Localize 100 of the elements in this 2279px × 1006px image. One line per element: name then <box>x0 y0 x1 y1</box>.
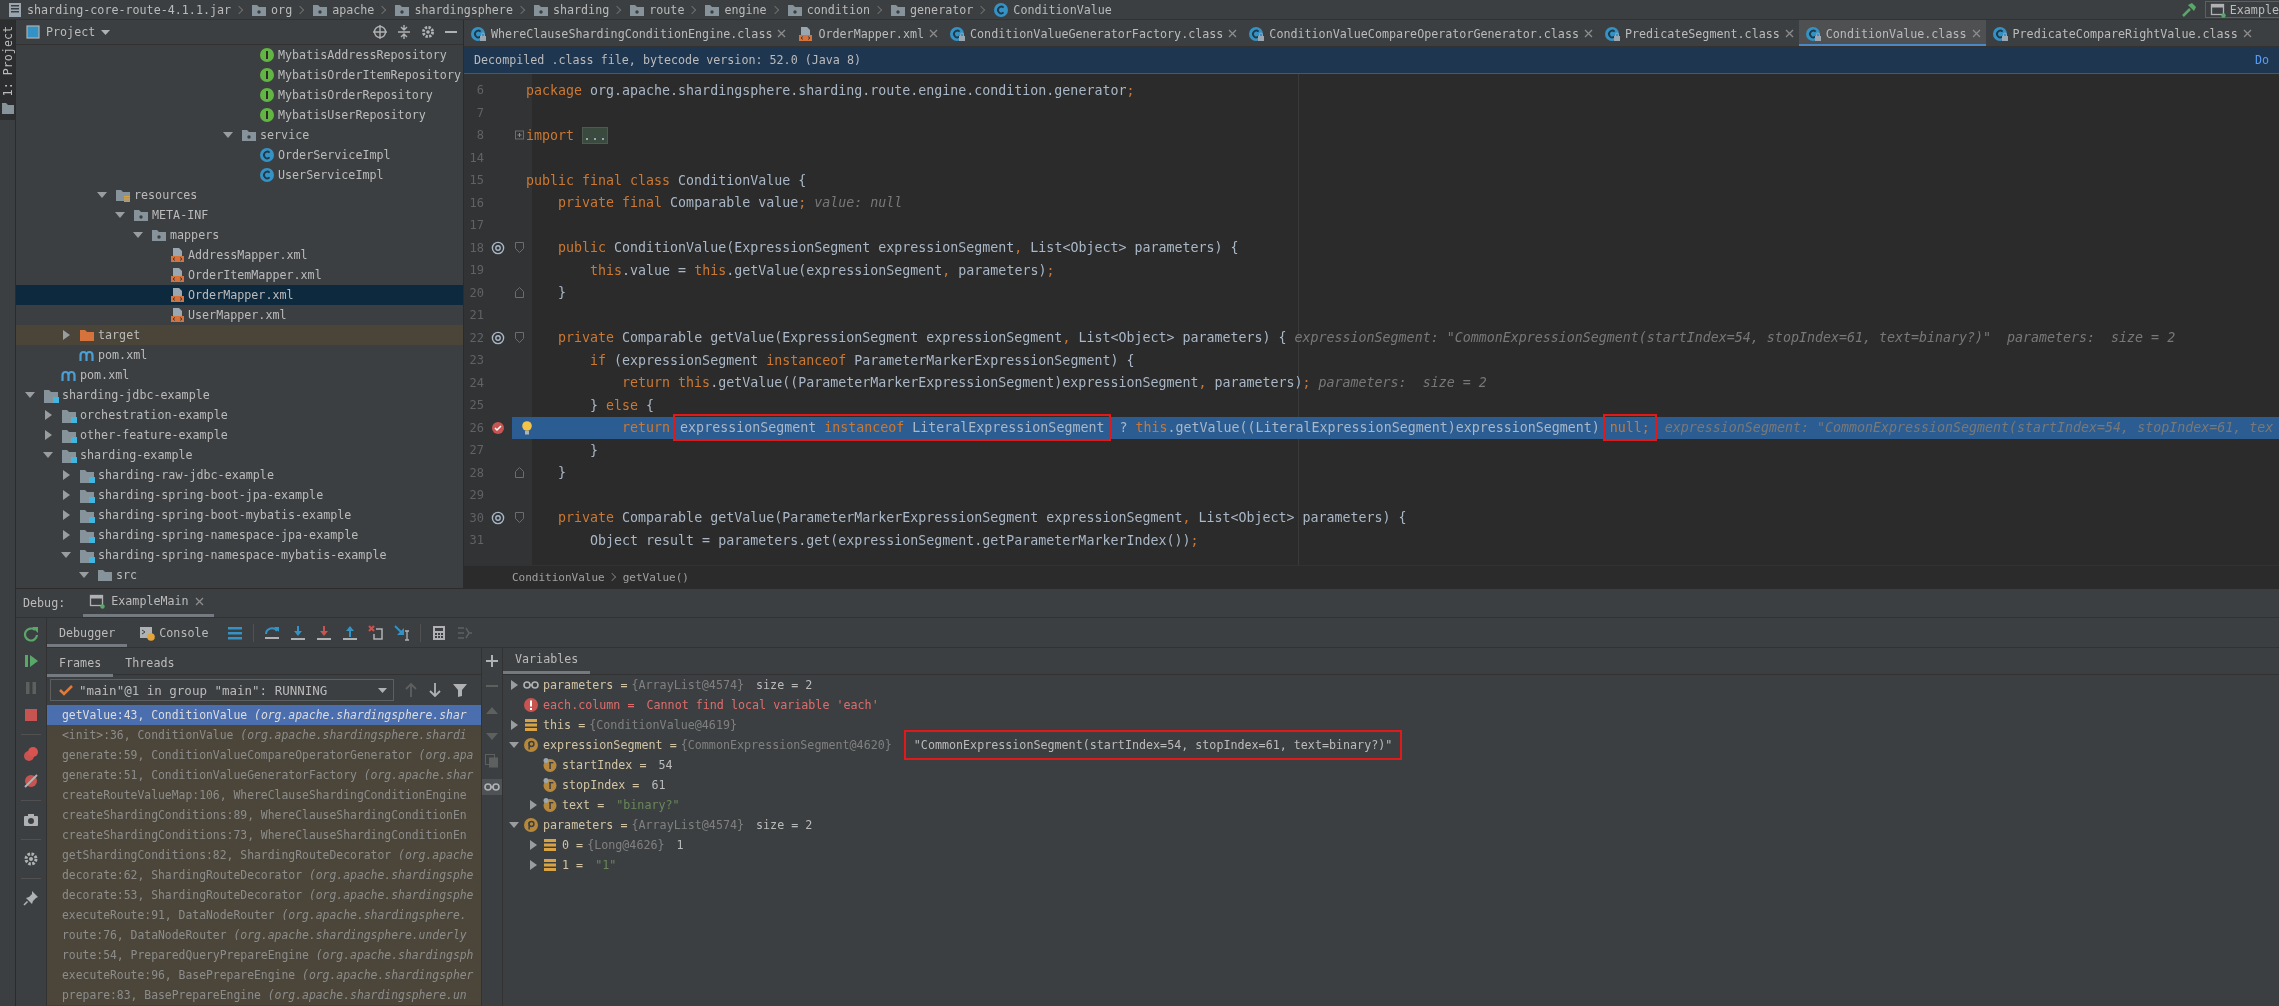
settings-icon[interactable] <box>23 851 39 867</box>
fold-icon[interactable] <box>514 467 524 479</box>
expand-arrow-icon[interactable] <box>509 740 519 750</box>
editor-tab[interactable]: OrderMapper.xml <box>791 20 944 46</box>
breadcrumb-item[interactable]: engine <box>701 1 770 18</box>
expand-arrow-icon[interactable] <box>61 490 71 500</box>
calculator-icon[interactable] <box>430 624 447 641</box>
expand-arrow-icon[interactable] <box>97 190 107 200</box>
close-icon[interactable] <box>194 596 204 606</box>
tree-item[interactable]: pom.xml <box>16 345 463 365</box>
close-icon[interactable] <box>1228 29 1238 38</box>
expand-arrow-icon[interactable] <box>61 510 71 520</box>
fold-icon[interactable] <box>514 242 524 254</box>
breadcrumb-item[interactable]: org <box>248 1 296 18</box>
drop-frame-icon[interactable] <box>367 624 384 641</box>
tree-item[interactable]: MybatisOrderRepository <box>16 85 463 105</box>
breadcrumb-item[interactable]: apache <box>309 1 378 18</box>
hammer-icon[interactable] <box>2180 1 2197 18</box>
breadcrumb-item[interactable]: route <box>626 1 688 18</box>
camera-icon[interactable] <box>23 812 39 828</box>
editor-tab[interactable]: PredicateCompareRightValue.class <box>1985 20 2257 46</box>
project-view-dropdown[interactable]: Project <box>24 24 113 40</box>
arrow-down-icon[interactable] <box>428 682 442 698</box>
fold-icon[interactable] <box>514 287 524 299</box>
lightbulb-icon[interactable] <box>521 420 533 435</box>
stack-frame[interactable]: getValue:43, ConditionValue (org.apache.shardingsphere.shar <box>47 705 481 725</box>
expand-arrow-icon[interactable] <box>509 720 519 730</box>
expand-arrow-icon[interactable] <box>43 430 53 440</box>
expand-arrow-icon[interactable] <box>528 800 538 810</box>
tree-item[interactable]: MybatisOrderItemRepository <box>16 65 463 85</box>
expand-arrow-icon[interactable] <box>528 840 538 850</box>
tree-item[interactable]: AddressMapper.xml <box>16 245 463 265</box>
fold-icon[interactable] <box>514 129 524 141</box>
expand-arrow-icon[interactable] <box>509 680 519 690</box>
tree-item[interactable]: other-feature-example <box>16 425 463 445</box>
collapse-all-icon[interactable] <box>397 25 411 39</box>
breakpoint-icon[interactable] <box>491 420 505 435</box>
side-tab[interactable]: 1: Project <box>0 20 15 121</box>
tree-item[interactable]: resources <box>16 185 463 205</box>
step-over-icon[interactable] <box>263 624 280 641</box>
stop-icon[interactable] <box>23 707 39 723</box>
fold-icon[interactable] <box>514 332 524 344</box>
close-icon[interactable] <box>2242 29 2252 38</box>
tree-item[interactable]: META-INF <box>16 205 463 225</box>
tree-item[interactable]: MybatisUserRepository <box>16 105 463 125</box>
run-configuration-dropdown[interactable]: Example <box>2204 1 2279 18</box>
close-icon[interactable] <box>1971 29 1981 38</box>
close-icon[interactable] <box>929 29 939 38</box>
tree-item[interactable]: src <box>16 565 463 585</box>
breadcrumb-item[interactable]: ConditionValue <box>512 570 605 584</box>
add-icon[interactable] <box>485 654 499 668</box>
breadcrumb-item[interactable]: condition <box>783 1 873 18</box>
expand-arrow-icon[interactable] <box>223 130 233 140</box>
expand-arrow-icon[interactable] <box>43 410 53 420</box>
force-step-into-icon[interactable] <box>315 624 332 641</box>
tree-item[interactable]: target <box>16 325 463 345</box>
tree-item[interactable]: OrderServiceImpl <box>16 145 463 165</box>
tree-item[interactable]: UserServiceImpl <box>16 165 463 185</box>
breadcrumb-item[interactable]: getValue() <box>622 570 689 584</box>
expand-arrow-icon[interactable] <box>61 550 71 560</box>
tree-item[interactable]: service <box>16 125 463 145</box>
pin-icon[interactable] <box>23 890 39 906</box>
tree-item[interactable]: orchestration-example <box>16 405 463 425</box>
mute-breakpoints-icon[interactable] <box>23 773 39 789</box>
panel-tab[interactable]: Debugger <box>47 618 128 647</box>
editor-tab[interactable]: PredicateSegment.class <box>1597 20 1799 46</box>
tree-item[interactable]: OrderMapper.xml <box>16 285 463 305</box>
tree-item[interactable]: MybatisAddressRepository <box>16 45 463 65</box>
tree-item[interactable]: UserMapper.xml <box>16 305 463 325</box>
expand-arrow-icon[interactable] <box>133 230 143 240</box>
breadcrumb-item[interactable]: sharding-core-route-4.1.1.jar <box>4 1 235 18</box>
expand-arrow-icon[interactable] <box>43 450 53 460</box>
panel-tab[interactable]: Console <box>127 618 221 647</box>
breadcrumb-item[interactable]: ConditionValue <box>990 1 1115 18</box>
editor-tab[interactable]: ConditionValueGeneratorFactory.class <box>943 20 1243 46</box>
tree-item[interactable]: mappers <box>16 225 463 245</box>
tree-item[interactable]: sharding-raw-jdbc-example <box>16 465 463 485</box>
step-out-icon[interactable] <box>341 624 358 641</box>
expand-arrow-icon[interactable] <box>61 530 71 540</box>
menu-icon[interactable] <box>226 624 243 641</box>
resume-icon[interactable] <box>23 653 39 669</box>
editor-tab[interactable]: ConditionValueCompareOperatorGenerator.class <box>1242 20 1598 46</box>
session-tab[interactable]: ExampleMain <box>83 593 214 617</box>
glasses-icon[interactable] <box>482 779 502 795</box>
run-to-cursor-icon[interactable] <box>393 624 410 641</box>
breadcrumb-item[interactable]: sharding <box>529 1 613 18</box>
breakpoints-icon[interactable] <box>23 746 39 762</box>
panel-tab[interactable]: Threads <box>113 648 187 677</box>
banner-link[interactable]: Do <box>2254 53 2269 67</box>
close-icon[interactable] <box>777 29 787 38</box>
tree-item[interactable]: sharding-spring-namespace-mybatis-example <box>16 545 463 565</box>
expand-arrow-icon[interactable] <box>79 570 89 580</box>
expand-arrow-icon[interactable] <box>61 470 71 480</box>
fold-icon[interactable] <box>514 512 524 524</box>
thread-dropdown[interactable]: "main"@1 in group "main": RUNNING <box>50 679 394 701</box>
step-into-icon[interactable] <box>289 624 306 641</box>
tree-item[interactable]: sharding-jdbc-example <box>16 385 463 405</box>
filter-icon[interactable] <box>452 682 468 698</box>
settings-icon[interactable] <box>421 25 435 39</box>
rerun-icon[interactable] <box>23 626 39 642</box>
